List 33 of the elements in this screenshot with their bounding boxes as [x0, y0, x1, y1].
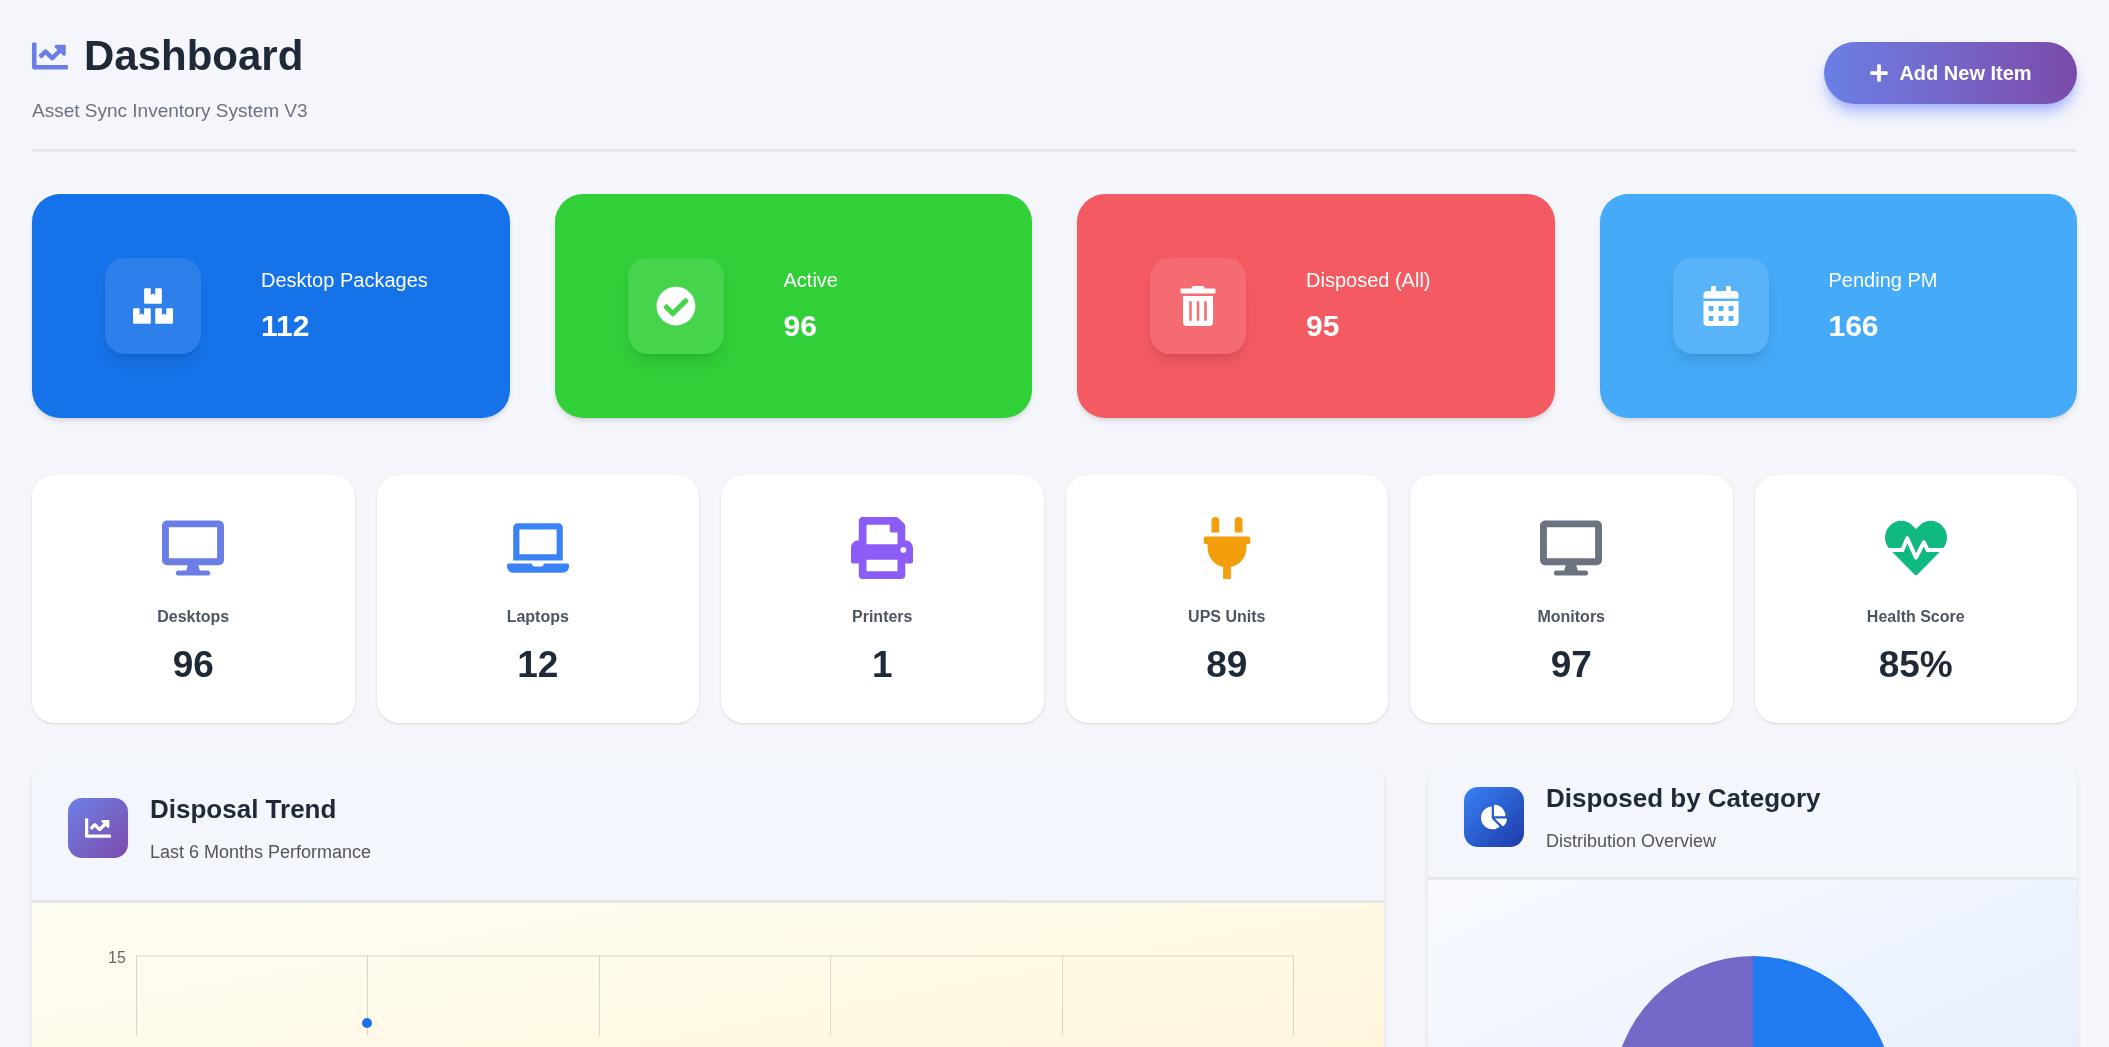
boxes-icon	[133, 286, 173, 326]
add-item-button[interactable]: Add New Item	[1824, 42, 2077, 104]
stat-value: 95	[1306, 307, 1341, 344]
chart-line-icon	[85, 815, 111, 841]
page-subtitle: Asset Sync Inventory System V3	[32, 98, 308, 123]
device-label: Monitors	[1537, 607, 1605, 627]
stat-label: Active	[783, 267, 838, 293]
device-label: Desktops	[157, 607, 230, 627]
stat-label: Disposed (All)	[1306, 267, 1431, 293]
device-count: 85%	[1878, 643, 1953, 687]
device-count: 96	[172, 643, 214, 687]
stat-label: Desktop Packages	[261, 267, 428, 293]
axis-tick-label: 15	[108, 948, 126, 968]
panel-subtitle: Distribution Overview	[1546, 829, 1718, 853]
plus-icon	[1869, 63, 1890, 83]
trash-icon	[1178, 286, 1218, 326]
device-count: 1	[871, 643, 893, 687]
device-count: 89	[1206, 643, 1248, 687]
page-title: Dashboard	[84, 31, 304, 81]
device-count: 12	[517, 643, 559, 687]
device-count: 97	[1550, 643, 1592, 687]
stat-value: 112	[261, 307, 311, 344]
stat-value: 166	[1828, 307, 1880, 344]
panel-title: Disposal Trend	[150, 793, 338, 826]
stat-value: 96	[783, 307, 818, 344]
device-label: Printers	[852, 607, 913, 627]
device-label: Health Score	[1866, 607, 1965, 627]
panel-title: Disposed by Category	[1546, 781, 1821, 815]
pie-chart-icon	[1481, 803, 1507, 830]
device-label: Laptops	[506, 607, 569, 627]
device-label: UPS Units	[1188, 607, 1266, 627]
panel-subtitle: Last 6 Months Performance	[150, 841, 372, 864]
stat-label: Pending PM	[1828, 267, 1938, 293]
